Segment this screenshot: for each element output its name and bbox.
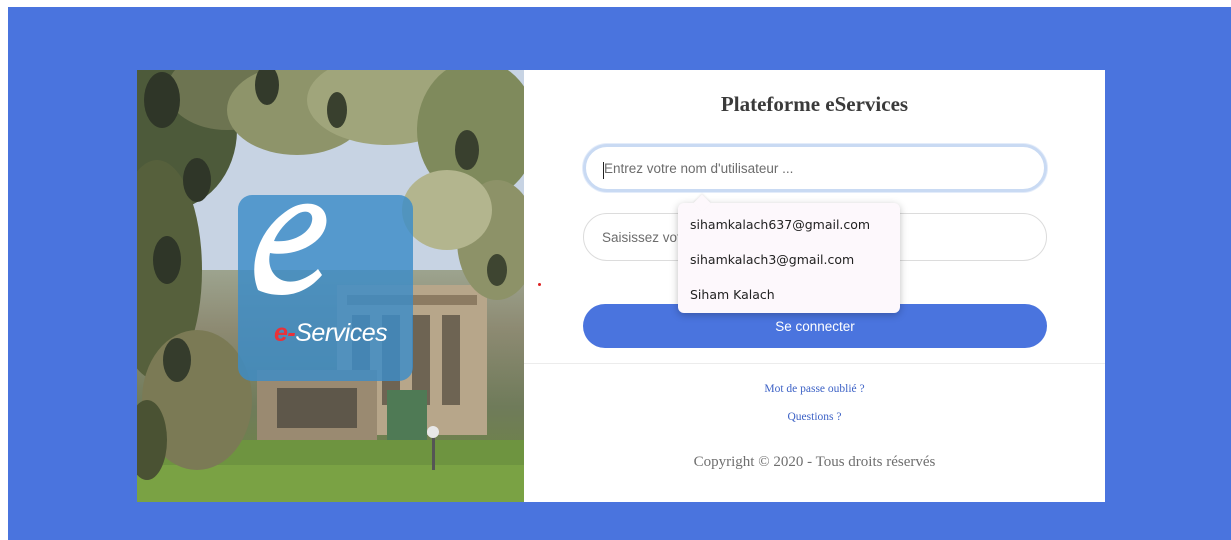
autocomplete-option[interactable]: sihamkalach637@gmail.com <box>690 217 870 232</box>
username-autocomplete-dropdown: sihamkalach637@gmail.com sihamkalach3@gm… <box>678 203 900 313</box>
forgot-password-link[interactable]: Mot de passe oublié ? <box>524 383 1105 395</box>
eservices-logo-text: e-Services <box>274 319 388 347</box>
login-card: e-Services Plateforme eServices Se conne… <box>137 70 1105 502</box>
username-input[interactable] <box>583 144 1047 192</box>
copyright-text: Copyright © 2020 - Tous droits réservés <box>693 454 936 470</box>
questions-link[interactable]: Questions ? <box>524 411 1105 423</box>
text-cursor <box>603 162 604 179</box>
autocomplete-option[interactable]: Siham Kalach <box>690 287 775 302</box>
stray-dot <box>538 283 541 286</box>
eservices-e-icon <box>254 203 327 295</box>
page-title: Plateforme eServices <box>720 92 909 116</box>
campus-illustration: e-Services <box>137 70 524 502</box>
eservices-logo: e-Services <box>238 195 413 381</box>
autocomplete-option[interactable]: sihamkalach3@gmail.com <box>690 252 854 267</box>
divider <box>524 363 1105 364</box>
